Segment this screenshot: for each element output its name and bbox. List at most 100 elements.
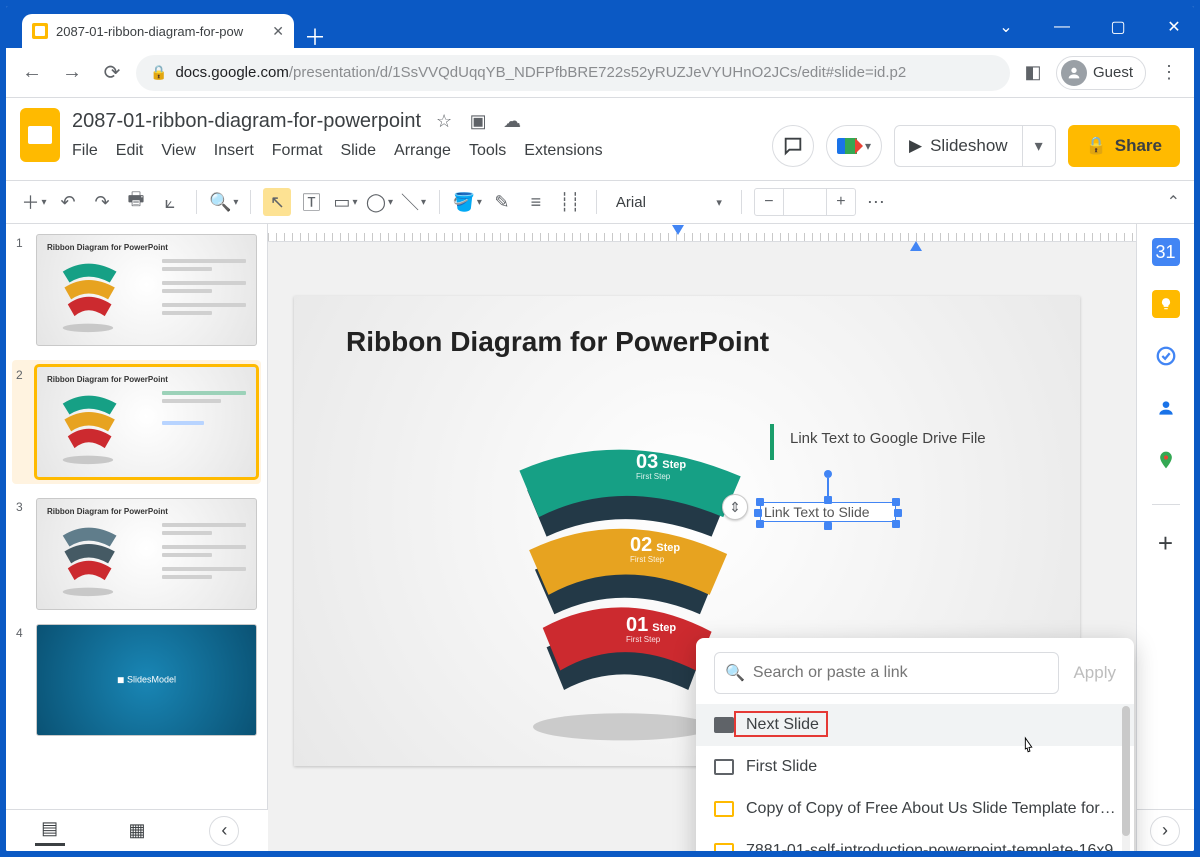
menu-insert[interactable]: Insert <box>214 142 254 160</box>
search-icon: 🔍 <box>725 663 745 683</box>
document-title[interactable]: 2087-01-ribbon-diagram-for-powerpoint <box>72 110 421 133</box>
slide-thumbnail-4[interactable]: ◼ SlidesModel <box>36 624 257 736</box>
decrease-button[interactable]: − <box>755 189 783 215</box>
slideshow-button[interactable]: ▶Slideshow ▾ <box>894 125 1056 167</box>
window-close-button[interactable]: ✕ <box>1162 17 1186 37</box>
slides-logo <box>20 108 60 162</box>
window-arrow-icon[interactable]: ⌄ <box>994 17 1018 37</box>
more-tools-button[interactable]: ⋯ <box>862 188 890 216</box>
thumb-number: 1 <box>16 234 28 346</box>
browser-tab[interactable]: 2087-01-ribbon-diagram-for-pow ✕ <box>22 14 294 48</box>
border-dash-button[interactable]: ┊┊ <box>556 188 584 216</box>
link-item-next-slide[interactable]: Next Slide <box>696 704 1134 746</box>
lock-icon: 🔒 <box>1086 136 1107 156</box>
collapse-toolbar-button[interactable]: ⌃ <box>1167 192 1180 212</box>
window-maximize-button[interactable]: ▢ <box>1106 17 1130 37</box>
border-weight-button[interactable]: ≡ <box>522 188 550 216</box>
link-item-first-slide[interactable]: First Slide <box>696 746 1134 788</box>
textbox-tool[interactable]: 🅃 <box>297 188 325 216</box>
get-addons-button[interactable]: + <box>1152 529 1180 557</box>
slide-thumbnail-1[interactable]: Ribbon Diagram for PowerPoint <box>36 234 257 346</box>
menu-tools[interactable]: Tools <box>469 142 506 160</box>
menu-bar: File Edit View Insert Format Slide Arran… <box>72 136 760 160</box>
selected-textbox[interactable]: Link Text to Slide <box>760 502 896 522</box>
image-tool[interactable]: ▭ <box>331 188 359 216</box>
menu-view[interactable]: View <box>161 142 195 160</box>
side-panel: 31 + <box>1136 224 1194 851</box>
slides-file-icon <box>714 843 734 851</box>
undo-button[interactable]: ↶ <box>54 188 82 216</box>
slide-icon <box>714 759 734 775</box>
insert-link-popup: 🔍 Apply Next Slide First Slide Copy of <box>696 638 1134 851</box>
font-size-stepper[interactable]: − + <box>754 188 856 216</box>
thumb-number: 2 <box>16 366 28 478</box>
link-item-drive-1[interactable]: Copy of Copy of Free About Us Slide Temp… <box>696 788 1134 830</box>
shape-tool[interactable]: ◯ <box>365 188 393 216</box>
avatar-icon <box>1061 60 1087 86</box>
menu-file[interactable]: File <box>72 142 98 160</box>
nav-back-button[interactable]: ← <box>16 57 48 89</box>
nav-forward-button[interactable]: → <box>56 57 88 89</box>
calendar-icon[interactable]: 31 <box>1152 238 1180 266</box>
hide-side-panel-button[interactable]: › <box>1150 816 1180 846</box>
grid-view-button[interactable]: ▦ <box>122 816 152 846</box>
slide-thumbnail-3[interactable]: Ribbon Diagram for PowerPoint <box>36 498 257 610</box>
chrome-menu-icon[interactable]: ⋮ <box>1154 62 1184 83</box>
apply-link-button[interactable]: Apply <box>1073 663 1116 683</box>
meet-button[interactable]: ▾ <box>826 125 882 167</box>
close-tab-icon[interactable]: ✕ <box>272 23 284 40</box>
link-search-field[interactable]: 🔍 <box>714 652 1059 694</box>
fill-color-button[interactable]: 🪣 <box>452 188 481 216</box>
link-search-input[interactable] <box>753 664 1049 682</box>
cursor-pointer-icon <box>1018 736 1040 767</box>
comments-button[interactable] <box>772 125 814 167</box>
slides-favicon <box>32 23 48 39</box>
menu-format[interactable]: Format <box>272 142 323 160</box>
slide-thumbnail-panel: 1 Ribbon Diagram for PowerPoint 2 Ribbon… <box>6 224 268 851</box>
star-icon[interactable]: ☆ <box>433 111 455 132</box>
link-suggestions-list: Next Slide First Slide Copy of Copy of F… <box>696 704 1134 851</box>
link-item-drive-2[interactable]: 7881-01-self-introduction-powerpoint-tem… <box>696 830 1134 851</box>
print-button[interactable]: 🖶 <box>122 188 150 216</box>
filmstrip-view-button[interactable]: ▤ <box>35 816 65 846</box>
slide-icon <box>714 717 734 733</box>
border-color-button[interactable]: ✎ <box>488 188 516 216</box>
profile-chip[interactable]: Guest <box>1056 56 1146 90</box>
select-tool[interactable]: ↖ <box>263 188 291 216</box>
divider-line <box>770 424 774 460</box>
cloud-status-icon[interactable]: ☁ <box>501 111 523 132</box>
address-bar[interactable]: 🔒 docs.google.com/presentation/d/1SsVVQd… <box>136 55 1010 91</box>
tasks-icon[interactable] <box>1152 342 1180 370</box>
paint-format-button[interactable]: ⟀ <box>156 188 184 216</box>
panel-toggle-icon[interactable]: ◧ <box>1018 62 1048 83</box>
drag-handle-icon[interactable]: ⇕ <box>722 494 748 520</box>
zoom-button[interactable]: 🔍 <box>209 188 238 216</box>
thumb-number: 3 <box>16 498 28 610</box>
new-slide-button[interactable]: ＋ <box>20 188 48 216</box>
slideshow-dropdown[interactable]: ▾ <box>1023 136 1055 156</box>
font-selector[interactable]: Arial▾ <box>609 188 729 216</box>
slide-text-top[interactable]: Link Text to Google Drive File <box>790 430 986 447</box>
popup-scrollbar[interactable] <box>1122 706 1130 851</box>
menu-extensions[interactable]: Extensions <box>524 142 602 160</box>
nav-reload-button[interactable]: ⟳ <box>96 57 128 89</box>
menu-edit[interactable]: Edit <box>116 142 144 160</box>
font-size-value[interactable] <box>783 189 827 215</box>
slide-thumbnail-2[interactable]: Ribbon Diagram for PowerPoint <box>36 366 257 478</box>
keep-icon[interactable] <box>1152 290 1180 318</box>
slide-title[interactable]: Ribbon Diagram for PowerPoint <box>346 326 769 358</box>
redo-button[interactable]: ↷ <box>88 188 116 216</box>
line-tool[interactable]: ＼ <box>399 188 427 216</box>
increase-button[interactable]: + <box>827 189 855 215</box>
thumb-number: 4 <box>16 624 28 736</box>
move-icon[interactable]: ▣ <box>467 111 489 132</box>
play-icon: ▶ <box>909 136 922 156</box>
contacts-icon[interactable] <box>1152 394 1180 422</box>
window-minimize-button[interactable]: ― <box>1050 18 1074 36</box>
menu-arrange[interactable]: Arrange <box>394 142 451 160</box>
collapse-filmstrip-button[interactable]: ‹ <box>209 816 239 846</box>
menu-slide[interactable]: Slide <box>340 142 376 160</box>
horizontal-ruler <box>268 224 1136 242</box>
share-button[interactable]: 🔒Share <box>1068 125 1180 167</box>
maps-icon[interactable] <box>1152 446 1180 474</box>
